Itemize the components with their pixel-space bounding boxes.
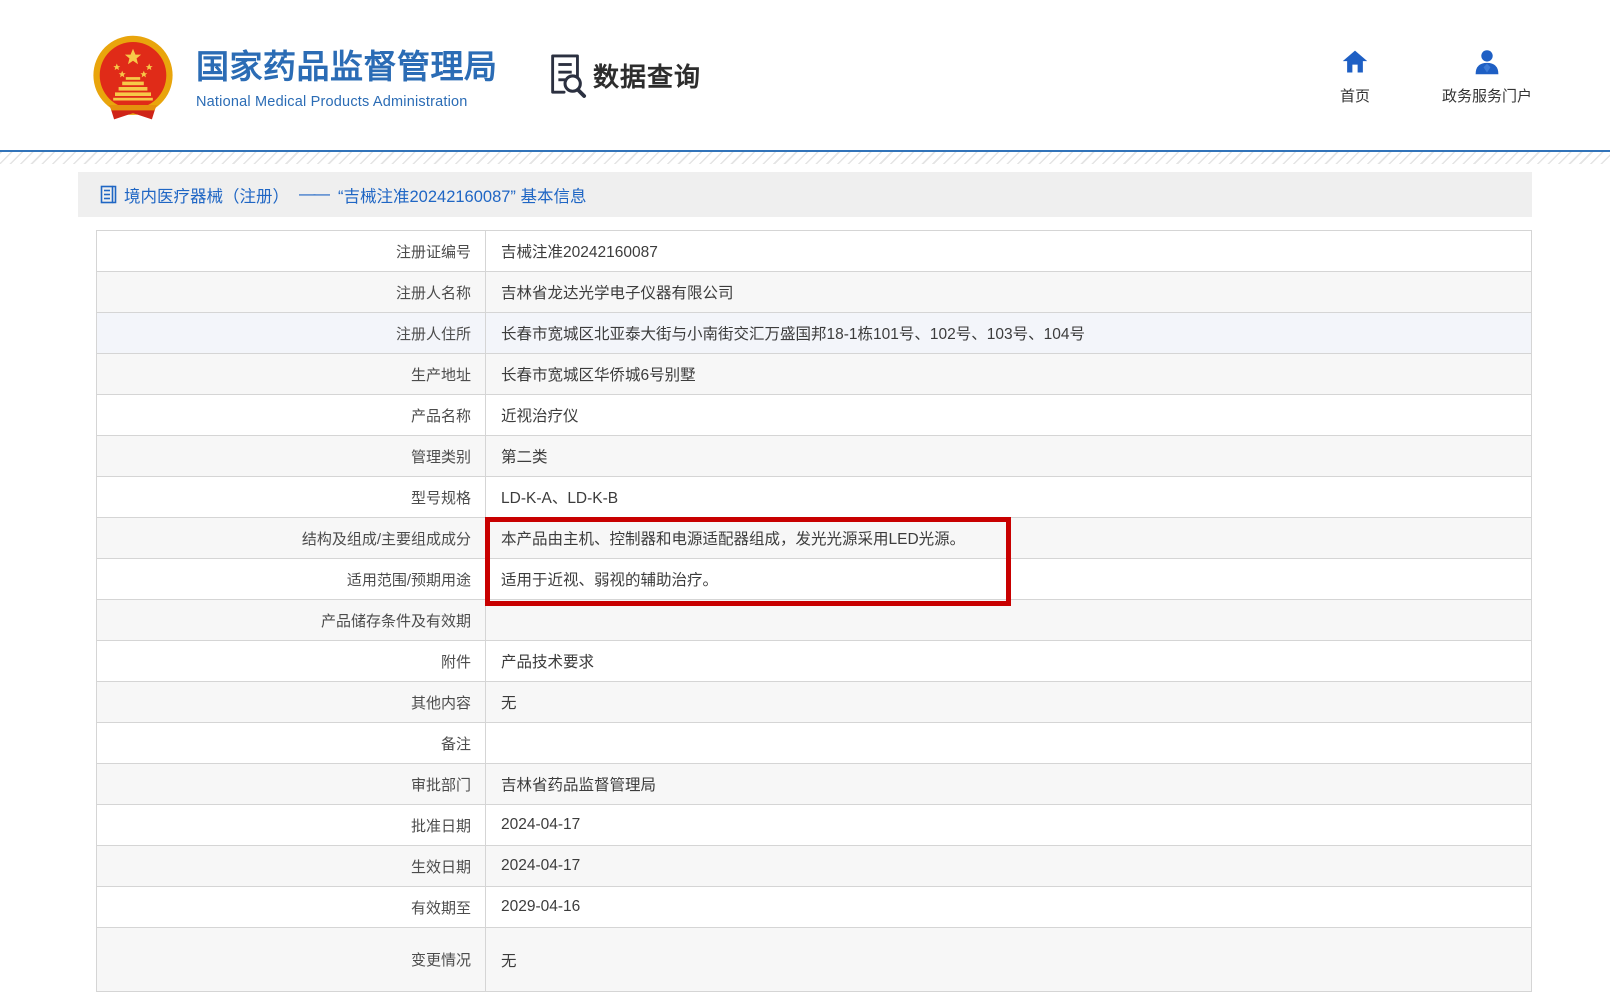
document-search-icon: [545, 52, 587, 98]
field-label: 管理类别: [97, 436, 486, 476]
field-label: 注册证编号: [97, 231, 486, 271]
field-value: [486, 723, 1531, 763]
nav-gov-portal-label: 政务服务门户: [1442, 85, 1532, 106]
table-row: 管理类别 第二类: [97, 436, 1531, 477]
nav-home[interactable]: 首页: [1340, 48, 1370, 106]
table-row: 注册人名称 吉林省龙达光学电子仪器有限公司: [97, 272, 1531, 313]
field-label: 生产地址: [97, 354, 486, 394]
field-value: 2024-04-17: [486, 805, 1531, 845]
top-nav: 首页 政务服务门户: [1268, 48, 1532, 106]
nav-gov-portal[interactable]: 政务服务门户: [1442, 48, 1532, 106]
breadcrumb-detail: “吉械注准20242160087” 基本信息: [338, 183, 587, 207]
field-value: 吉械注准20242160087: [486, 231, 1531, 271]
hatch-band: [0, 152, 1610, 164]
field-value: 长春市宽城区华侨城6号别墅: [486, 354, 1531, 394]
field-label: 产品名称: [97, 395, 486, 435]
field-value: 适用于近视、弱视的辅助治疗。: [486, 559, 1531, 599]
table-row: 备注: [97, 723, 1531, 764]
field-label: 附件: [97, 641, 486, 681]
field-label: 型号规格: [97, 477, 486, 517]
data-query-label: 数据查询: [593, 57, 701, 94]
field-value: [486, 600, 1531, 640]
table-row: 有效期至 2029-04-16: [97, 887, 1531, 928]
info-table: 注册证编号 吉械注准20242160087 注册人名称 吉林省龙达光学电子仪器有…: [96, 230, 1532, 992]
field-value: 2024-04-17: [486, 846, 1531, 886]
field-label: 产品储存条件及有效期: [97, 600, 486, 640]
breadcrumb-separator: ——: [299, 185, 328, 204]
field-value: 长春市宽城区北亚泰大街与小南街交汇万盛国邦18-1栋101号、102号、103号…: [486, 313, 1531, 353]
user-icon: [1473, 48, 1501, 76]
table-row: 结构及组成/主要组成成分 本产品由主机、控制器和电源适配器组成，发光光源采用LE…: [97, 518, 1531, 559]
national-emblem-icon: [88, 33, 178, 123]
table-row: 注册证编号 吉械注准20242160087: [97, 231, 1531, 272]
field-value: 吉林省药品监督管理局: [486, 764, 1531, 804]
field-label: 审批部门: [97, 764, 486, 804]
field-value: 无: [486, 928, 1531, 991]
field-label: 结构及组成/主要组成成分: [97, 518, 486, 558]
field-value: 吉林省龙达光学电子仪器有限公司: [486, 272, 1531, 312]
field-label: 备注: [97, 723, 486, 763]
breadcrumb-section[interactable]: 境内医疗器械（注册）: [124, 183, 289, 207]
field-label: 注册人名称: [97, 272, 486, 312]
nav-home-label: 首页: [1340, 85, 1370, 106]
table-row: 型号规格 LD-K-A、LD-K-B: [97, 477, 1531, 518]
table-row: 审批部门 吉林省药品监督管理局: [97, 764, 1531, 805]
field-label: 生效日期: [97, 846, 486, 886]
field-value: 第二类: [486, 436, 1531, 476]
table-row: 适用范围/预期用途 适用于近视、弱视的辅助治疗。: [97, 559, 1531, 600]
table-row: 其他内容 无: [97, 682, 1531, 723]
field-label: 其他内容: [97, 682, 486, 722]
table-row: 变更情况 无: [97, 928, 1531, 992]
breadcrumb: 境内医疗器械（注册） —— “吉械注准20242160087” 基本信息: [78, 172, 1532, 217]
field-value: 近视治疗仪: [486, 395, 1531, 435]
table-row: 生效日期 2024-04-17: [97, 846, 1531, 887]
site-subtitle: National Medical Products Administration: [196, 94, 498, 110]
table-row: 生产地址 长春市宽城区华侨城6号别墅: [97, 354, 1531, 395]
table-row: 注册人住所 长春市宽城区北亚泰大街与小南街交汇万盛国邦18-1栋101号、102…: [97, 313, 1531, 354]
data-query-link[interactable]: 数据查询: [545, 52, 701, 98]
field-label: 变更情况: [97, 928, 486, 991]
site-title: 国家药品监督管理局: [196, 47, 498, 87]
document-icon: [100, 185, 117, 204]
field-label: 批准日期: [97, 805, 486, 845]
table-row: 产品储存条件及有效期: [97, 600, 1531, 641]
table-row: 产品名称 近视治疗仪: [97, 395, 1531, 436]
field-value: LD-K-A、LD-K-B: [486, 477, 1531, 517]
field-label: 有效期至: [97, 887, 486, 927]
field-value: 2029-04-16: [486, 887, 1531, 927]
nmpa-logo[interactable]: 国家药品监督管理局 National Medical Products Admi…: [88, 33, 498, 123]
table-row: 附件 产品技术要求: [97, 641, 1531, 682]
field-label: 适用范围/预期用途: [97, 559, 486, 599]
home-icon: [1341, 48, 1369, 76]
table-row: 批准日期 2024-04-17: [97, 805, 1531, 846]
logo-text: 国家药品监督管理局 National Medical Products Admi…: [196, 47, 498, 110]
field-value: 本产品由主机、控制器和电源适配器组成，发光光源采用LED光源。: [486, 518, 1531, 558]
field-value: 无: [486, 682, 1531, 722]
page-header: 国家药品监督管理局 National Medical Products Admi…: [0, 0, 1610, 150]
field-label: 注册人住所: [97, 313, 486, 353]
field-value: 产品技术要求: [486, 641, 1531, 681]
